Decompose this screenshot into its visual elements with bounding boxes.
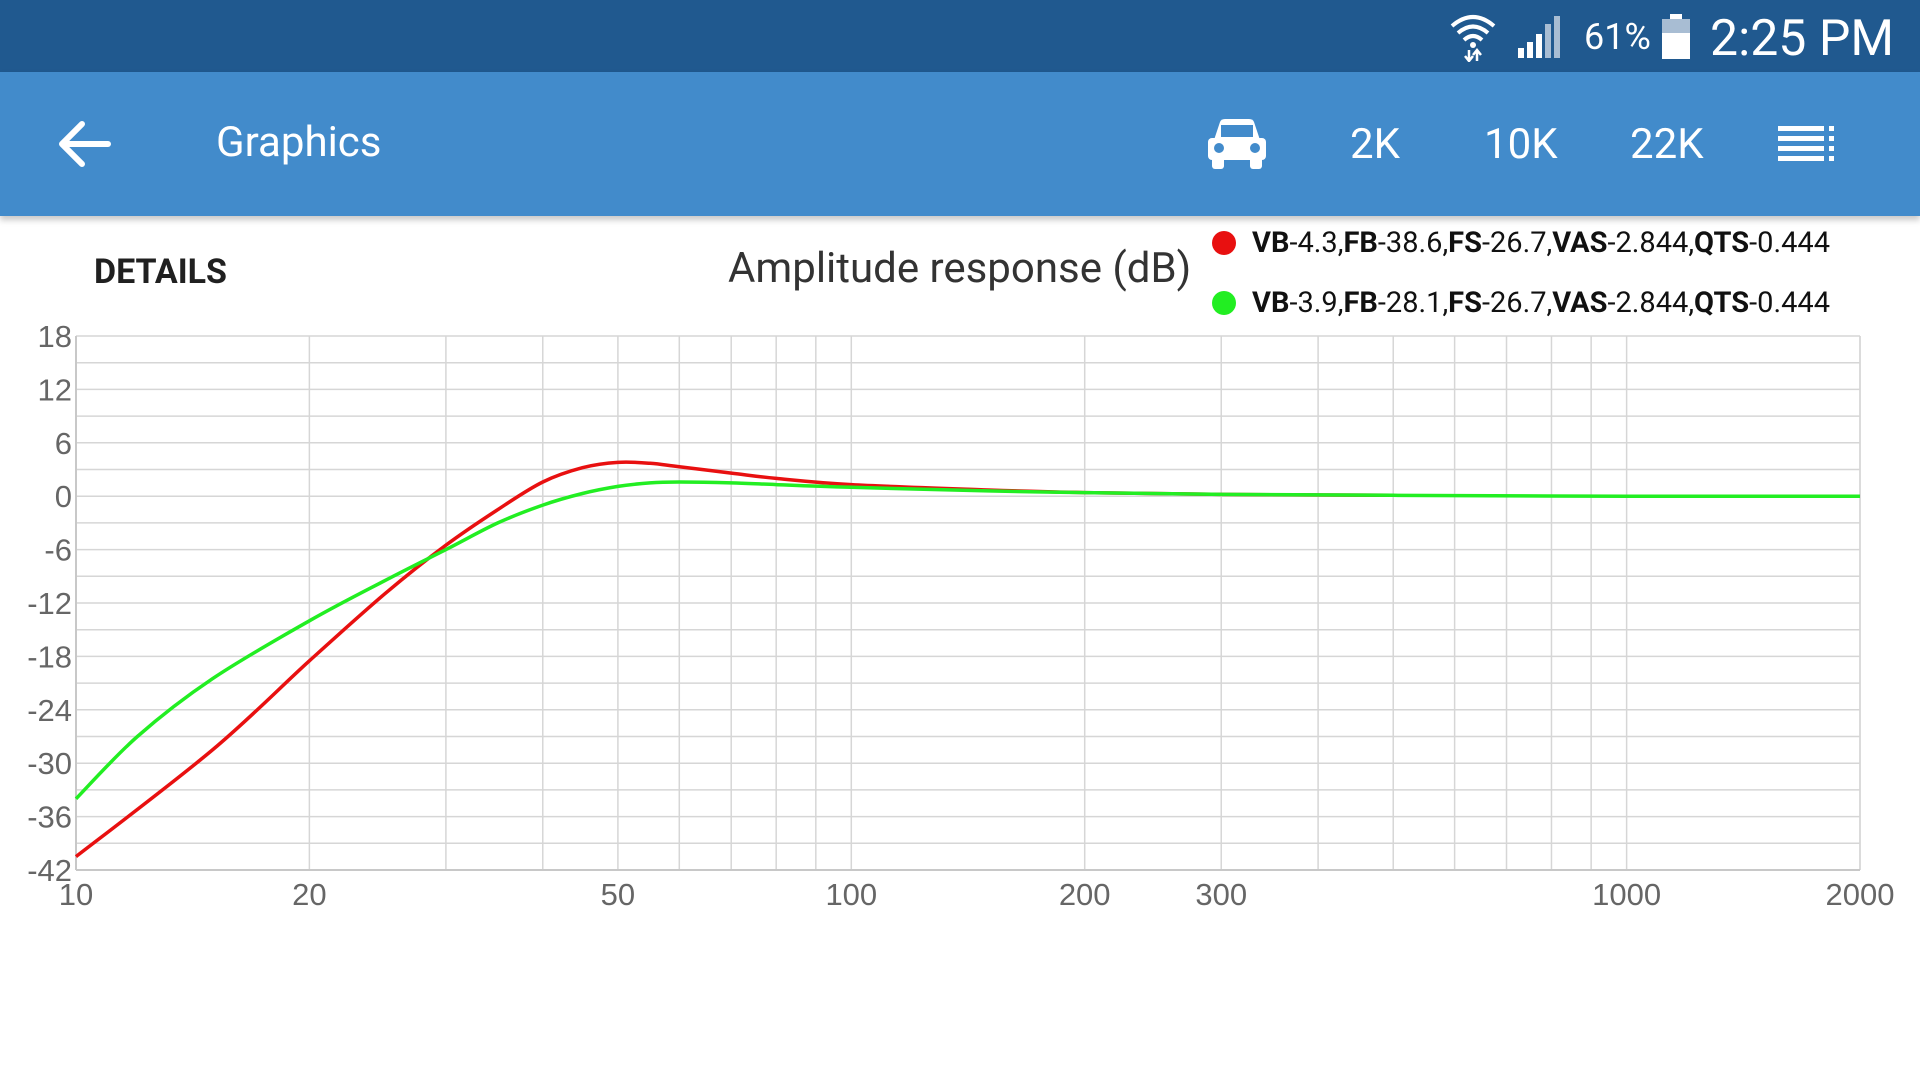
legend-param-value: -3.9 (1289, 286, 1338, 320)
range-10k-button[interactable]: 10K (1484, 120, 1558, 169)
y-tick-label: -30 (27, 746, 72, 781)
legend-param-value: -2.844 (1607, 226, 1689, 260)
x-tick-label: 300 (1195, 877, 1247, 912)
wifi-icon (1450, 15, 1496, 62)
legend-param-key: QTS (1694, 226, 1750, 260)
range-2k-button[interactable]: 2K (1350, 120, 1400, 169)
series-line-0 (74, 460, 1394, 858)
y-tick-label: 6 (55, 426, 72, 461)
legend-entry: VB -3.9, FB -28.1, FS -26.7, VAS -2.844, QTS… (1212, 286, 1830, 320)
legend-color-marker (1212, 231, 1236, 255)
legend-param-value: -2.844 (1607, 286, 1689, 320)
x-tick-label: 200 (1059, 877, 1111, 912)
legend-param-key: FS (1448, 226, 1482, 260)
y-tick-label: 18 (38, 320, 72, 354)
battery-icon (1662, 14, 1690, 59)
legend-param-value: -38.6 (1377, 226, 1443, 260)
x-tick-label: 10 (59, 877, 93, 912)
x-tick-label: 100 (825, 877, 877, 912)
legend-param-value: -0.444 (1749, 226, 1830, 260)
legend-param-value: -26.7 (1481, 226, 1547, 260)
y-tick-label: -12 (27, 586, 72, 621)
status-bar: 61% 2:25 PM (0, 0, 1920, 72)
series-line-1 (74, 480, 1861, 801)
y-tick-label: -6 (44, 533, 72, 568)
chart-axes: 181260-6-12-18-24-30-36-4210 20 50 100 200 30… (27, 320, 1894, 912)
car-icon[interactable] (1206, 118, 1268, 170)
legend-param-key: VAS (1552, 286, 1608, 320)
legend-param-key: FB (1343, 286, 1378, 320)
legend-entry: VB -4.3, FB -38.6, FS -26.7, VAS -2.844, QTS… (1212, 226, 1830, 260)
x-tick-label: 50 (601, 877, 635, 912)
legend-param-value: -4.3 (1289, 226, 1338, 260)
legend-param-key: FS (1448, 286, 1482, 320)
legend-param-key: VB (1252, 226, 1290, 260)
list-menu-icon[interactable] (1778, 126, 1834, 162)
x-tick-label: 2000 (1826, 877, 1895, 912)
cell-signal-icon (1518, 16, 1560, 58)
x-tick-label: 1000 (1592, 877, 1661, 912)
details-button[interactable]: DETAILS (94, 252, 227, 292)
chart-title: Amplitude response (dB) (728, 244, 1192, 293)
y-tick-label: 12 (38, 372, 72, 407)
amplitude-response-chart: 181260-6-12-18-24-30-36-4210 20 50 100 200 30… (27, 320, 1894, 912)
legend-param-key: VAS (1552, 226, 1608, 260)
y-tick-label: 0 (55, 479, 72, 514)
legend-param-value: -26.7 (1481, 286, 1547, 320)
y-tick-label: -18 (27, 639, 72, 674)
screen-title: Graphics (216, 118, 382, 167)
legend-param-value: -0.444 (1749, 286, 1830, 320)
clock: 2:25 PM (1710, 10, 1895, 68)
range-22k-button[interactable]: 22K (1630, 120, 1704, 169)
legend-param-key: FB (1343, 226, 1378, 260)
y-tick-label: -24 (27, 693, 72, 728)
legend-param-key: VB (1252, 286, 1290, 320)
back-arrow-icon[interactable] (56, 116, 112, 172)
y-tick-label: -36 (27, 800, 72, 835)
app-bar: Graphics 2K 10K 22K (0, 72, 1920, 216)
legend-color-marker (1212, 291, 1236, 315)
x-tick-label: 20 (292, 877, 326, 912)
legend-param-value: -28.1 (1377, 286, 1443, 320)
chart-series (74, 460, 1861, 858)
legend-param-key: QTS (1694, 286, 1750, 320)
battery-percentage: 61% (1584, 16, 1651, 58)
